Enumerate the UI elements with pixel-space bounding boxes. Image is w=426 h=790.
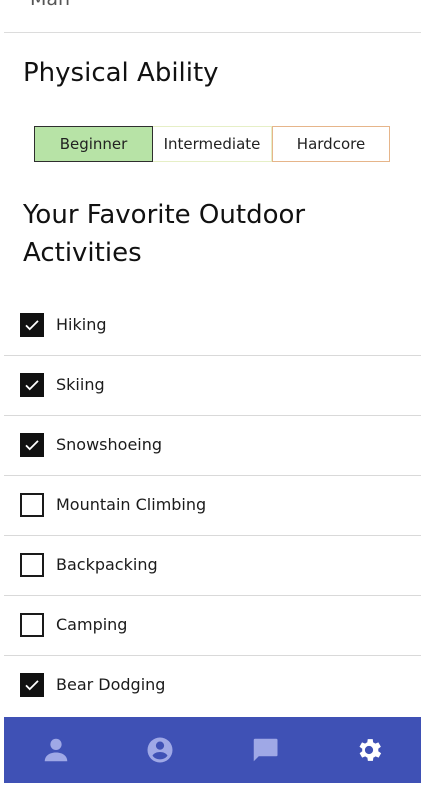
check-icon [25,380,39,391]
nav-messages-button[interactable] [241,726,289,774]
list-item[interactable]: Hiking [4,296,421,356]
nav-account-button[interactable] [136,726,184,774]
activity-label: Hiking [56,315,107,334]
check-icon [25,320,39,331]
person-icon [44,738,68,762]
segment-intermediate[interactable]: Intermediate [153,126,272,162]
list-item[interactable]: Snowshoeing [4,416,421,476]
list-item[interactable]: Camping [4,596,421,656]
activity-label: Snowshoeing [56,435,163,454]
nav-settings-button[interactable] [345,726,393,774]
activities-heading: Your Favorite Outdoor Activities [23,200,306,268]
activity-label: Mountain Climbing [56,495,207,514]
gear-icon [359,739,381,761]
checkbox-camping[interactable] [20,613,44,637]
ability-segmented-control: Beginner Intermediate Hardcore [34,126,390,162]
list-item[interactable]: Skiing [4,356,421,416]
account-circle-icon [147,737,173,763]
activity-label: Camping [56,615,128,634]
checkbox-skiing[interactable] [20,373,44,397]
bottom-navigation [4,717,421,783]
list-item[interactable]: Bear Dodging [4,656,421,716]
activity-label: Skiing [56,375,105,394]
segment-beginner[interactable]: Beginner [34,126,153,162]
previous-field-row[interactable]: Man [4,0,421,33]
app-frame: Man Physical Ability Beginner Intermedia… [4,0,421,790]
checkbox-mountain-climbing[interactable] [20,493,44,517]
activity-label: Backpacking [56,555,158,574]
checkbox-bear-dodging[interactable] [20,673,44,697]
checkbox-hiking[interactable] [20,313,44,337]
activity-label: Bear Dodging [56,675,166,694]
list-item[interactable]: Backpacking [4,536,421,596]
physical-ability-heading: Physical Ability [23,58,219,88]
check-icon [25,440,39,451]
checkbox-backpacking[interactable] [20,553,44,577]
check-icon [25,680,39,691]
previous-field-value: Man [30,0,70,10]
checkbox-snowshoeing[interactable] [20,433,44,457]
nav-profile-button[interactable] [32,726,80,774]
segment-hardcore[interactable]: Hardcore [272,126,390,162]
chat-icon [253,738,278,762]
activities-list: Hiking Skiing Snowshoeing Mountain Climb… [4,296,421,716]
list-item[interactable]: Mountain Climbing [4,476,421,536]
